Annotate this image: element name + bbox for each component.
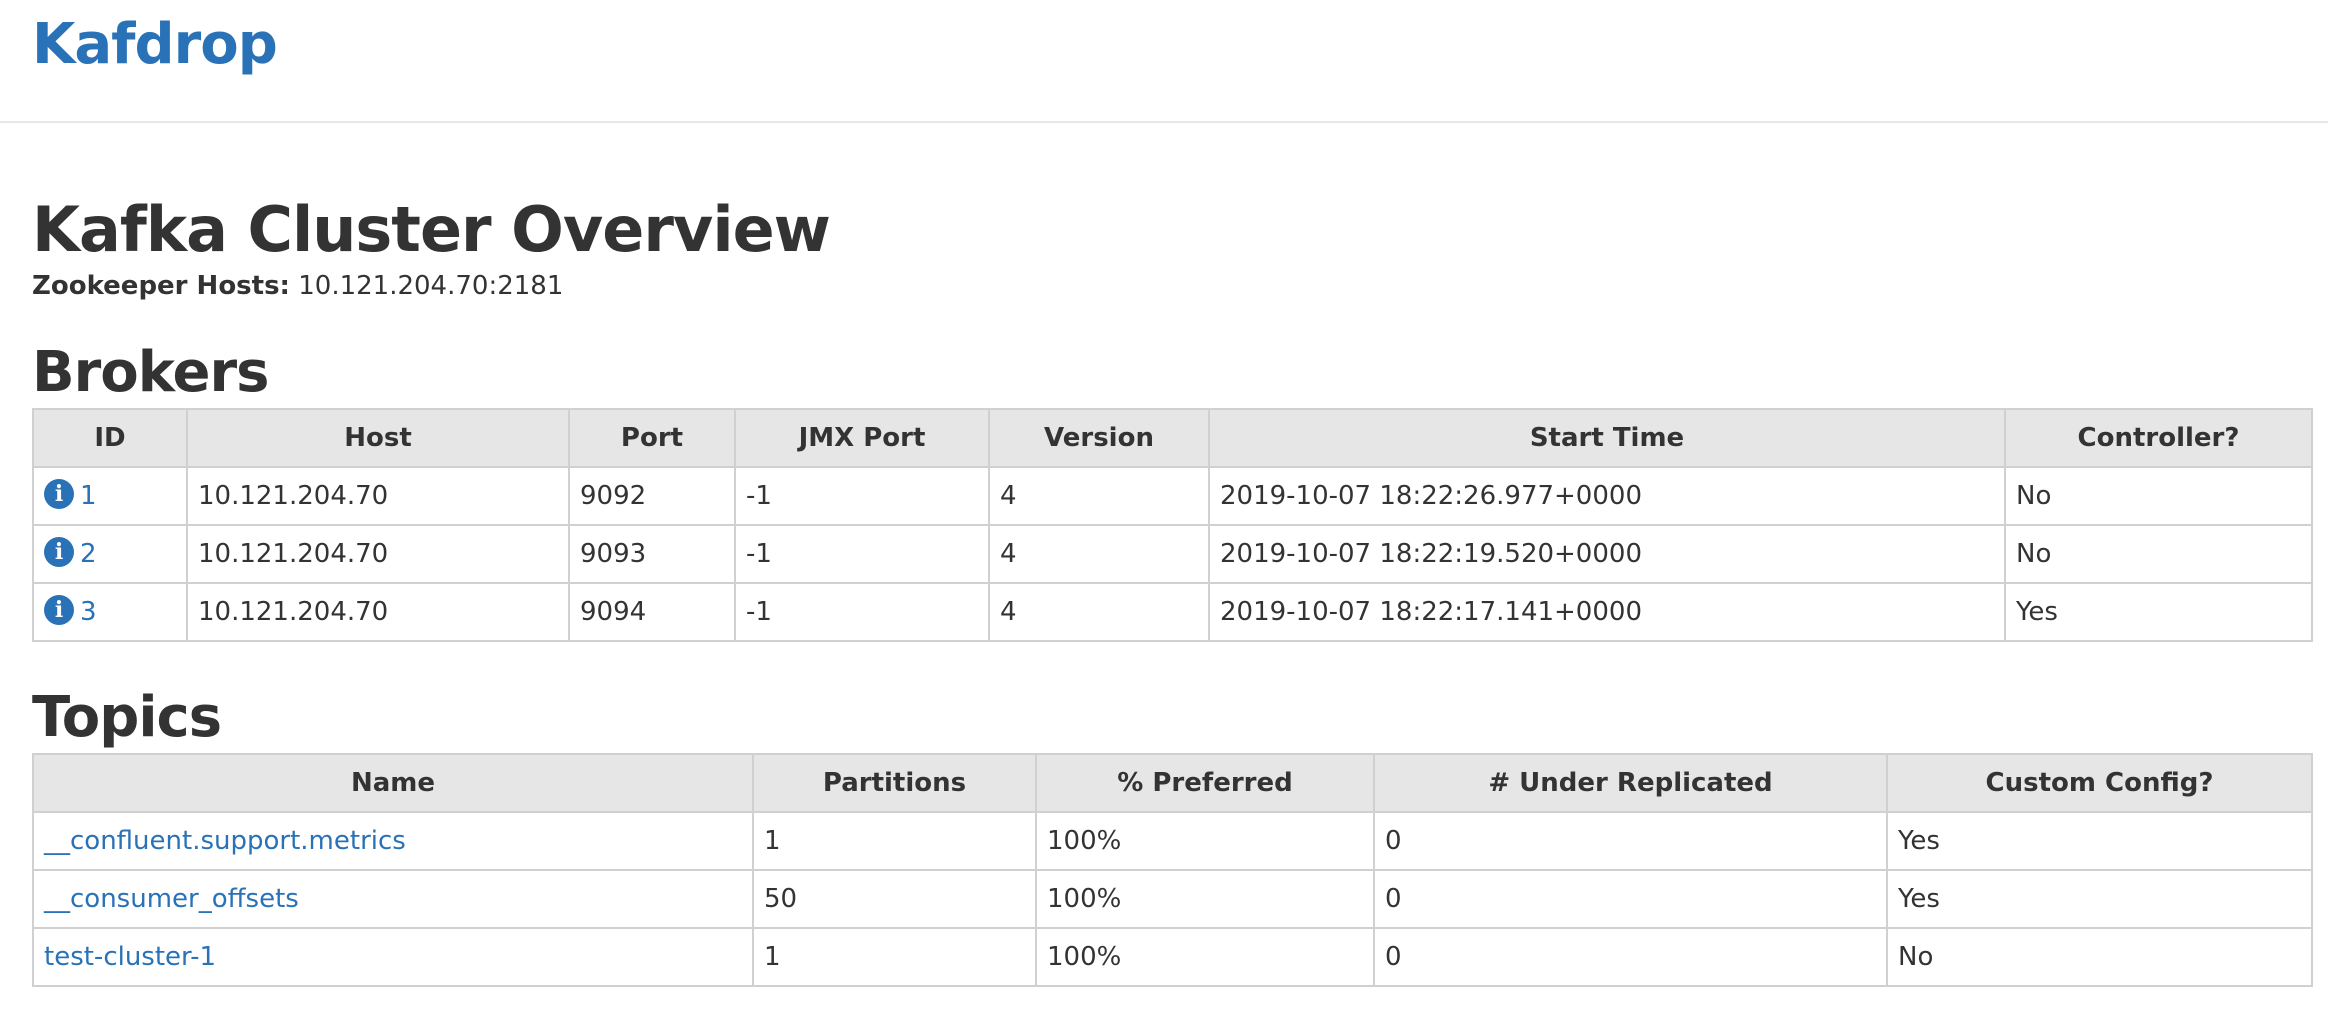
broker-id-cell: i1 bbox=[32, 466, 188, 526]
topic-link[interactable]: __consumer_offsets bbox=[44, 884, 299, 914]
broker-host: 10.121.204.70 bbox=[186, 466, 570, 526]
brokers-heading: Brokers bbox=[32, 340, 269, 405]
topic-partitions: 1 bbox=[752, 927, 1037, 987]
broker-version: 4 bbox=[988, 582, 1210, 642]
navbar: Kafdrop bbox=[0, 0, 2328, 123]
broker-jmx-port: -1 bbox=[734, 524, 990, 584]
column-header: Start Time bbox=[1208, 408, 2006, 468]
broker-id-link[interactable]: 3 bbox=[80, 597, 97, 627]
topics-table: Name Partitions % Preferred # Under Repl… bbox=[32, 753, 2313, 987]
topic-name-cell: test-cluster-1 bbox=[32, 927, 754, 987]
zookeeper-hosts-value: 10.121.204.70:2181 bbox=[298, 271, 564, 301]
broker-version: 4 bbox=[988, 524, 1210, 584]
broker-start-time: 2019-10-07 18:22:26.977+0000 bbox=[1208, 466, 2006, 526]
topics-header-row: Name Partitions % Preferred # Under Repl… bbox=[32, 753, 2313, 813]
topic-link[interactable]: test-cluster-1 bbox=[44, 942, 216, 972]
column-header: Name bbox=[32, 753, 754, 813]
topic-name-cell: __consumer_offsets bbox=[32, 869, 754, 929]
column-header: # Under Replicated bbox=[1373, 753, 1888, 813]
table-row: i2 10.121.204.70 9093 -1 4 2019-10-07 18… bbox=[32, 524, 2313, 584]
info-icon[interactable]: i bbox=[44, 479, 74, 510]
broker-id-cell: i2 bbox=[32, 524, 188, 584]
broker-start-time: 2019-10-07 18:22:19.520+0000 bbox=[1208, 524, 2006, 584]
broker-port: 9092 bbox=[568, 466, 736, 526]
broker-jmx-port: -1 bbox=[734, 582, 990, 642]
brand-link[interactable]: Kafdrop bbox=[32, 12, 278, 77]
broker-jmx-port: -1 bbox=[734, 466, 990, 526]
topic-custom-config: No bbox=[1886, 927, 2313, 987]
broker-controller: Yes bbox=[2004, 582, 2313, 642]
info-icon[interactable]: i bbox=[44, 595, 74, 626]
broker-host: 10.121.204.70 bbox=[186, 524, 570, 584]
column-header: Port bbox=[568, 408, 736, 468]
topics-heading: Topics bbox=[32, 685, 222, 750]
broker-start-time: 2019-10-07 18:22:17.141+0000 bbox=[1208, 582, 2006, 642]
broker-host: 10.121.204.70 bbox=[186, 582, 570, 642]
column-header: % Preferred bbox=[1035, 753, 1375, 813]
table-row: __consumer_offsets 50 100% 0 Yes bbox=[32, 869, 2313, 929]
page-title: Kafka Cluster Overview bbox=[32, 193, 831, 266]
topic-under-replicated: 0 bbox=[1373, 927, 1888, 987]
column-header: Host bbox=[186, 408, 570, 468]
topic-under-replicated: 0 bbox=[1373, 869, 1888, 929]
zookeeper-hosts: Zookeeper Hosts: 10.121.204.70:2181 bbox=[32, 268, 563, 304]
broker-controller: No bbox=[2004, 466, 2313, 526]
table-row: i1 10.121.204.70 9092 -1 4 2019-10-07 18… bbox=[32, 466, 2313, 526]
column-header: ID bbox=[32, 408, 188, 468]
zookeeper-hosts-label: Zookeeper Hosts: bbox=[32, 271, 290, 301]
topic-link[interactable]: __confluent.support.metrics bbox=[44, 826, 406, 856]
broker-port: 9094 bbox=[568, 582, 736, 642]
table-row: i3 10.121.204.70 9094 -1 4 2019-10-07 18… bbox=[32, 582, 2313, 642]
table-row: test-cluster-1 1 100% 0 No bbox=[32, 927, 2313, 987]
table-row: __confluent.support.metrics 1 100% 0 Yes bbox=[32, 811, 2313, 871]
column-header: Custom Config? bbox=[1886, 753, 2313, 813]
brokers-header-row: ID Host Port JMX Port Version Start Time… bbox=[32, 408, 2313, 468]
topic-preferred: 100% bbox=[1035, 869, 1375, 929]
topic-custom-config: Yes bbox=[1886, 869, 2313, 929]
broker-controller: No bbox=[2004, 524, 2313, 584]
column-header: Version bbox=[988, 408, 1210, 468]
broker-id-cell: i3 bbox=[32, 582, 188, 642]
topic-preferred: 100% bbox=[1035, 811, 1375, 871]
broker-id-link[interactable]: 2 bbox=[80, 539, 97, 569]
column-header: Partitions bbox=[752, 753, 1037, 813]
info-icon[interactable]: i bbox=[44, 537, 74, 568]
topic-preferred: 100% bbox=[1035, 927, 1375, 987]
broker-port: 9093 bbox=[568, 524, 736, 584]
topic-under-replicated: 0 bbox=[1373, 811, 1888, 871]
column-header: JMX Port bbox=[734, 408, 990, 468]
brokers-table: ID Host Port JMX Port Version Start Time… bbox=[32, 408, 2313, 642]
topic-name-cell: __confluent.support.metrics bbox=[32, 811, 754, 871]
topic-custom-config: Yes bbox=[1886, 811, 2313, 871]
topic-partitions: 50 bbox=[752, 869, 1037, 929]
column-header: Controller? bbox=[2004, 408, 2313, 468]
broker-version: 4 bbox=[988, 466, 1210, 526]
topic-partitions: 1 bbox=[752, 811, 1037, 871]
broker-id-link[interactable]: 1 bbox=[80, 481, 97, 511]
